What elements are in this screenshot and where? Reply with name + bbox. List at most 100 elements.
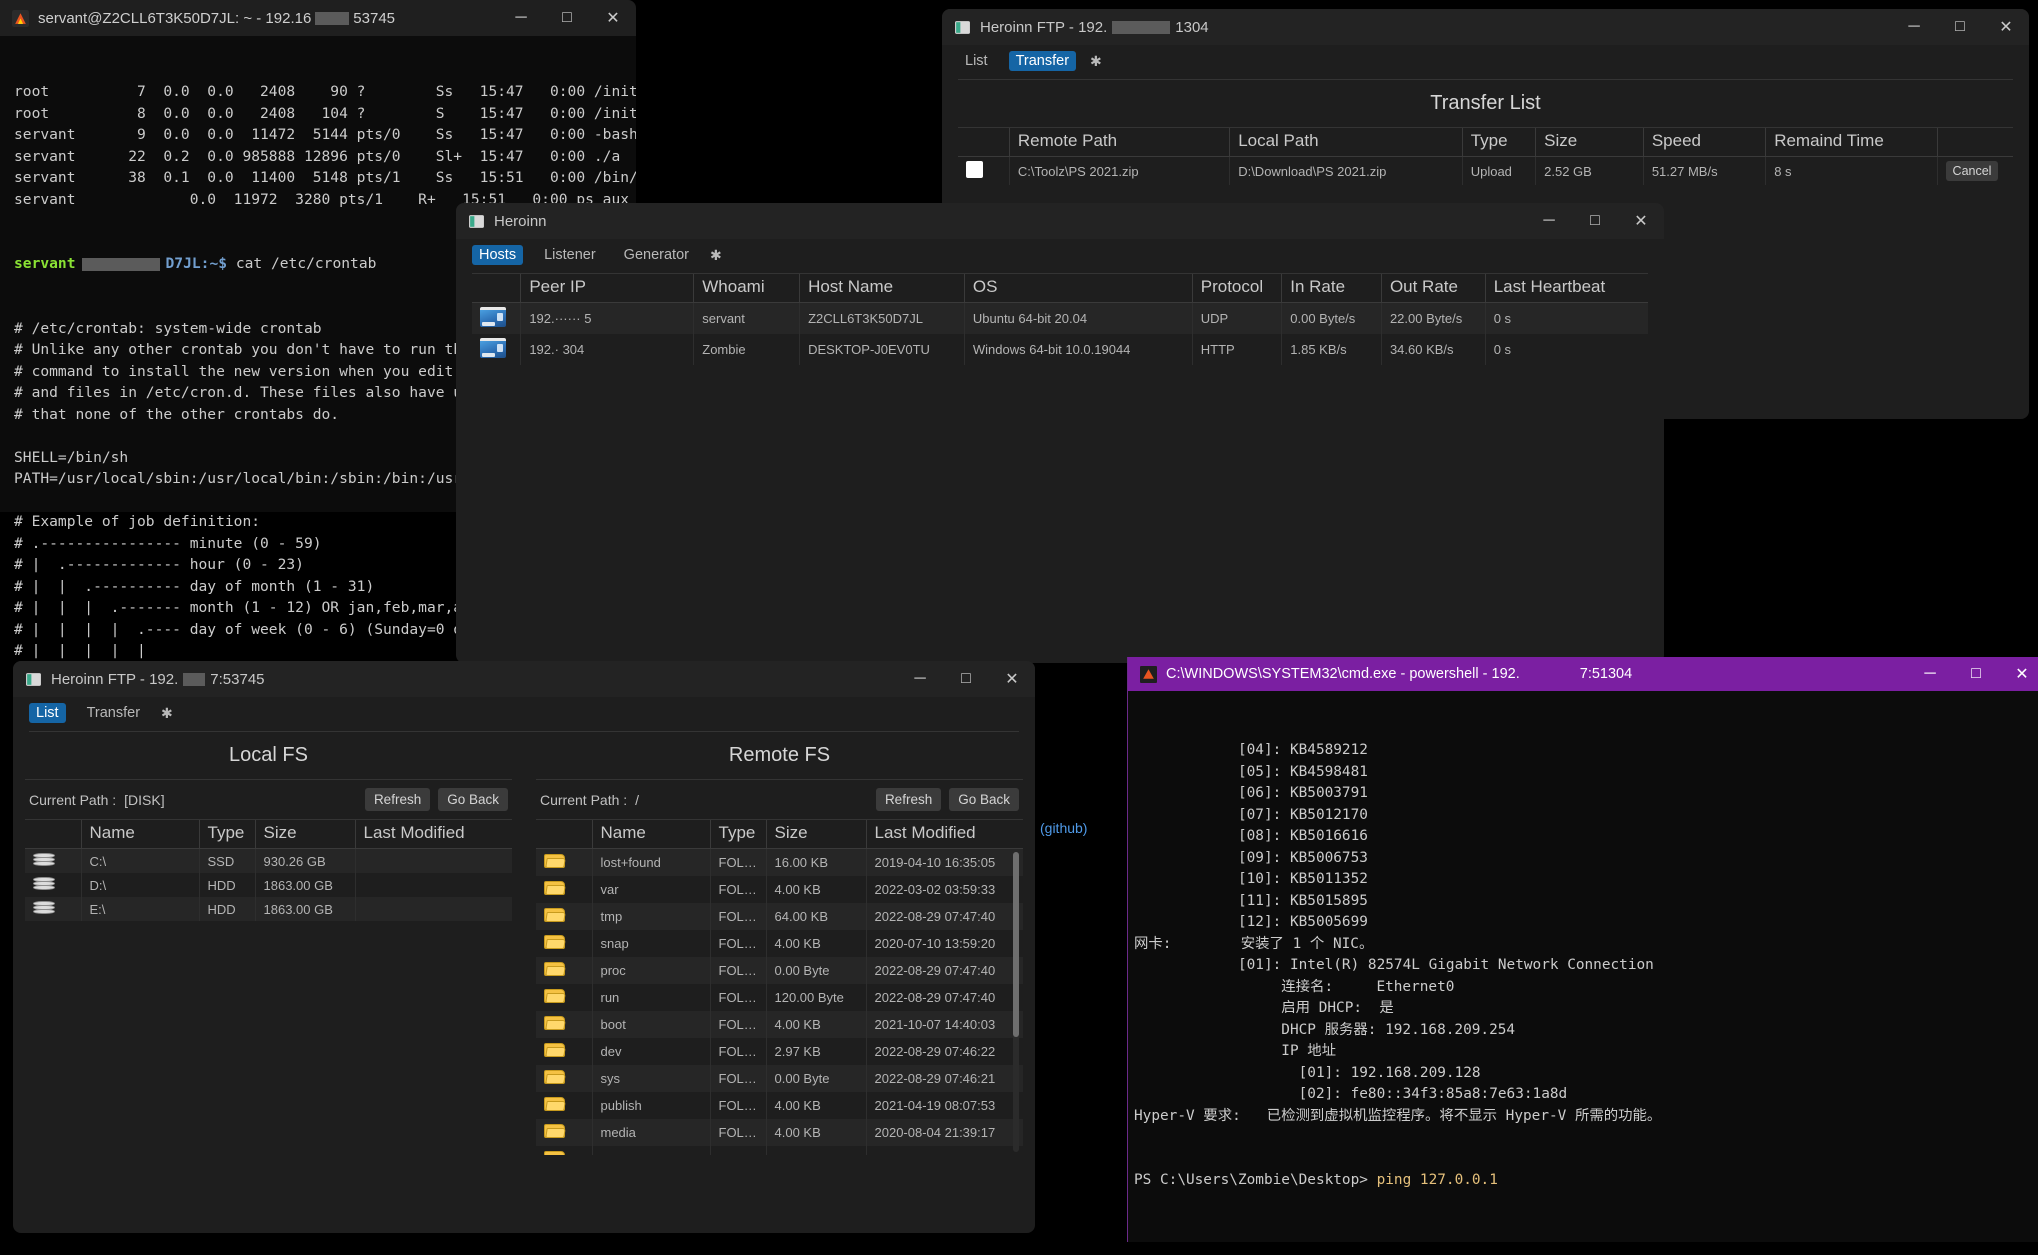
column-header[interactable]: Local Path [1230,128,1463,157]
tab-list[interactable]: List [29,703,66,723]
transfer-table[interactable]: Remote PathLocal PathTypeSizeSpeedRemain… [958,128,2013,185]
table-row[interactable]: E:\HDD1863.00 GB [25,897,512,921]
remote-fs-body[interactable]: lost+foundFOLDER16.00 KB2019-04-10 16:35… [536,849,1023,1156]
column-header[interactable]: Out Rate [1381,274,1485,303]
tab-hosts[interactable]: Hosts [472,245,523,265]
powershell-window[interactable]: C:\WINDOWS\SYSTEM32\cmd.exe - powershell… [1127,657,2038,1242]
local-fs-table[interactable]: NameTypeSizeLast Modified C:\SSD930.26 G… [25,820,512,921]
table-row[interactable]: varFOLDER4.00 KB2022-03-02 03:59:33 [536,876,1023,903]
column-header[interactable]: Remaind Time [1766,128,1937,157]
heroinn-main-window[interactable]: Heroinn ─ □ ✕ Hosts Listener Generator ✱… [456,203,1664,663]
minimize-button[interactable]: ─ [1907,657,1953,691]
table-row[interactable]: bootFOLDER4.00 KB2021-10-07 14:40:03 [536,1011,1023,1038]
remote-fs-table[interactable]: NameTypeSizeLast Modified lost+foundFOLD… [536,820,1023,1155]
ftp-transfer-window-controls[interactable]: ─ □ ✕ [1891,9,2029,45]
remote-goback-button[interactable]: Go Back [949,788,1019,811]
column-header[interactable]: Peer IP [521,274,694,303]
column-header[interactable]: Size [1536,128,1644,157]
column-header[interactable]: Last Modified [355,820,512,849]
tab-listener[interactable]: Listener [537,245,603,265]
column-header[interactable] [536,820,592,849]
maximize-button[interactable]: □ [1937,9,1983,45]
maximize-button[interactable]: □ [544,0,590,36]
powershell-titlebar[interactable]: C:\WINDOWS\SYSTEM32\cmd.exe - powershell… [1128,657,2038,691]
maximize-button[interactable]: □ [1572,203,1618,239]
local-goback-button[interactable]: Go Back [438,788,508,811]
table-row[interactable]: mediaFOLDER4.00 KB2020-08-04 21:39:17 [536,1119,1023,1146]
column-header[interactable]: Last Heartbeat [1485,274,1648,303]
heroinn-main-window-controls[interactable]: ─ □ ✕ [1526,203,1664,239]
powershell-output[interactable]: [04]: KB4589212 [05]: KB4598481 [06]: KB… [1128,691,2038,1255]
column-header[interactable]: Host Name [800,274,965,303]
hosts-table[interactable]: Peer IPWhoamiHost NameOSProtocolIn RateO… [472,274,1648,365]
column-header[interactable]: OS [964,274,1192,303]
column-header[interactable]: Size [255,820,355,849]
tab-generator[interactable]: Generator [617,245,696,265]
table-row[interactable]: 192.······ 5servantZ2CLL6T3K50D7JLUbuntu… [472,303,1648,335]
close-button[interactable]: ✕ [989,661,1035,697]
github-link[interactable]: (github) [1040,820,1087,836]
gear-icon[interactable]: ✱ [1090,53,1102,70]
transfer-table-body[interactable]: C:\Toolz\PS 2021.zipD:\Download\PS 2021.… [958,157,2013,186]
tab-transfer[interactable]: Transfer [80,703,147,723]
column-header[interactable]: Protocol [1192,274,1282,303]
column-header[interactable]: Type [710,820,766,849]
close-button[interactable]: ✕ [1999,657,2038,691]
column-header[interactable] [958,128,1009,157]
remote-refresh-button[interactable]: Refresh [876,788,941,811]
table-row[interactable]: sysFOLDER0.00 Byte2022-08-29 07:46:21 [536,1065,1023,1092]
table-row[interactable]: lost+foundFOLDER16.00 KB2019-04-10 16:35… [536,849,1023,877]
column-header[interactable]: Type [1462,128,1535,157]
heroinn-main-titlebar[interactable]: Heroinn ─ □ ✕ [456,203,1664,239]
remote-fs-scrollbar-thumb[interactable] [1013,852,1019,1037]
close-button[interactable]: ✕ [590,0,636,36]
minimize-button[interactable]: ─ [498,0,544,36]
local-refresh-button[interactable]: Refresh [365,788,430,811]
hosts-table-body[interactable]: 192.······ 5servantZ2CLL6T3K50D7JLUbuntu… [472,303,1648,366]
transfer-checkbox[interactable] [966,161,983,178]
local-fs-body[interactable]: C:\SSD930.26 GBD:\HDD1863.00 GBE:\HDD186… [25,849,512,922]
ubuntu-terminal-titlebar[interactable]: servant@Z2CLL6T3K50D7JL: ~ - 192.16 5374… [0,0,636,36]
ftp-transfer-titlebar[interactable]: Heroinn FTP - 192. 1304 ─ □ ✕ [942,9,2029,45]
close-button[interactable]: ✕ [1983,9,2029,45]
table-row[interactable]: devFOLDER2.97 KB2022-08-29 07:46:22 [536,1038,1023,1065]
table-row[interactable]: C:\SSD930.26 GB [25,849,512,874]
maximize-button[interactable]: □ [1953,657,1999,691]
column-header[interactable]: Name [81,820,199,849]
minimize-button[interactable]: ─ [897,661,943,697]
column-header[interactable]: Remote Path [1009,128,1229,157]
close-button[interactable]: ✕ [1618,203,1664,239]
ftp-transfer-tabbar[interactable]: List Transfer ✱ [942,45,2029,79]
ftp-list-tabbar[interactable]: List Transfer ✱ [13,697,1035,731]
table-row[interactable]: 192.· 304ZombieDESKTOP-J0EV0TUWindows 64… [472,334,1648,365]
ftp-list-window[interactable]: Heroinn FTP - 192. 7:53745 ─ □ ✕ List Tr… [13,661,1035,1233]
minimize-button[interactable]: ─ [1891,9,1937,45]
column-header[interactable]: Type [199,820,255,849]
column-header[interactable] [25,820,81,849]
minimize-button[interactable]: ─ [1526,203,1572,239]
column-header[interactable]: Size [766,820,866,849]
table-row[interactable]: procFOLDER0.00 Byte2022-08-29 07:47:40 [536,957,1023,984]
column-header[interactable]: Name [592,820,710,849]
column-header[interactable] [1937,128,2013,157]
heroinn-tabbar[interactable]: Hosts Listener Generator ✱ [456,239,1664,273]
tab-transfer[interactable]: Transfer [1009,51,1076,71]
table-row[interactable]: runFOLDER120.00 Byte2022-08-29 07:47:40 [536,984,1023,1011]
table-row[interactable]: D:\HDD1863.00 GB [25,873,512,897]
table-row[interactable]: publishFOLDER4.00 KB2021-04-19 08:07:53 [536,1092,1023,1119]
ubuntu-terminal-window-controls[interactable]: ─ □ ✕ [498,0,636,36]
table-row[interactable]: C:\Toolz\PS 2021.zipD:\Download\PS 2021.… [958,157,2013,186]
ftp-list-window-controls[interactable]: ─ □ ✕ [897,661,1035,697]
cancel-transfer-button[interactable]: Cancel [1946,161,1999,181]
gear-icon[interactable]: ✱ [161,705,173,722]
powershell-window-controls[interactable]: ─ □ ✕ [1907,657,2038,693]
tab-list[interactable]: List [958,51,995,71]
column-header[interactable]: Last Modified [866,820,1023,849]
ftp-list-titlebar[interactable]: Heroinn FTP - 192. 7:53745 ─ □ ✕ [13,661,1035,697]
maximize-button[interactable]: □ [943,661,989,697]
column-header[interactable] [472,274,521,303]
column-header[interactable]: Speed [1643,128,1765,157]
table-row[interactable]: usrFOLDER4.00 KB2021-10-07 14:39:24 [536,1146,1023,1155]
table-row[interactable]: tmpFOLDER64.00 KB2022-08-29 07:47:40 [536,903,1023,930]
table-row[interactable]: snapFOLDER4.00 KB2020-07-10 13:59:20 [536,930,1023,957]
